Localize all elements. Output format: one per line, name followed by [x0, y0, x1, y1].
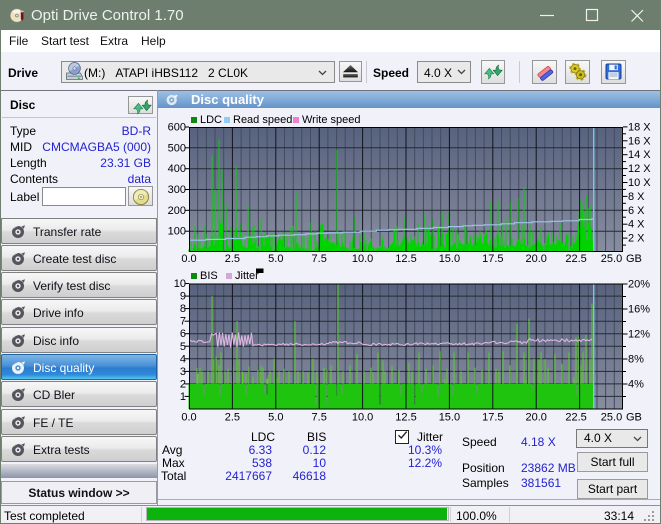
svg-text:5.0: 5.0	[268, 412, 283, 424]
svg-text:20.0: 20.0	[525, 412, 546, 424]
svg-text:9: 9	[180, 291, 186, 303]
svg-text:0.0: 0.0	[181, 253, 196, 265]
svg-text:200: 200	[168, 205, 186, 217]
svg-text:7.5: 7.5	[312, 412, 327, 424]
svg-text:7.5: 7.5	[312, 253, 327, 265]
svg-text:20%: 20%	[628, 279, 650, 291]
svg-text:15.0: 15.0	[439, 253, 460, 265]
svg-text:22.5: 22.5	[565, 253, 586, 265]
svg-text:8: 8	[180, 303, 186, 315]
svg-text:5: 5	[180, 341, 186, 353]
svg-text:10 X: 10 X	[628, 177, 651, 189]
svg-text:10.0: 10.0	[352, 253, 373, 265]
svg-text:10.0: 10.0	[352, 412, 373, 424]
svg-text:Jitter: Jitter	[235, 270, 259, 282]
svg-text:12.5: 12.5	[395, 412, 416, 424]
svg-text:15.0: 15.0	[439, 412, 460, 424]
svg-text:4%: 4%	[628, 379, 644, 391]
svg-text:600: 600	[168, 122, 186, 134]
svg-text:4 X: 4 X	[628, 219, 645, 231]
svg-text:2.5: 2.5	[225, 412, 240, 424]
svg-text:2.5: 2.5	[225, 253, 240, 265]
svg-text:400: 400	[168, 163, 186, 175]
svg-text:25.0: 25.0	[601, 253, 622, 265]
svg-text:16 X: 16 X	[628, 135, 651, 147]
svg-text:10: 10	[174, 278, 186, 290]
svg-text:BIS: BIS	[200, 270, 218, 282]
svg-text:LDC: LDC	[200, 114, 222, 126]
svg-text:20.0: 20.0	[525, 253, 546, 265]
svg-text:5.0: 5.0	[268, 253, 283, 265]
svg-text:100: 100	[168, 226, 186, 238]
svg-text:12.5: 12.5	[395, 253, 416, 265]
svg-text:14 X: 14 X	[628, 149, 651, 161]
svg-text:7: 7	[180, 316, 186, 328]
svg-text:8 X: 8 X	[628, 191, 645, 203]
svg-text:Write speed: Write speed	[302, 114, 361, 126]
svg-text:6 X: 6 X	[628, 205, 645, 217]
svg-text:8%: 8%	[628, 354, 644, 366]
svg-text:2 X: 2 X	[628, 233, 645, 245]
svg-text:17.5: 17.5	[482, 253, 503, 265]
svg-text:12 X: 12 X	[628, 163, 651, 175]
svg-text:17.5: 17.5	[482, 412, 503, 424]
svg-text:22.5: 22.5	[565, 412, 586, 424]
svg-text:0.0: 0.0	[181, 412, 196, 424]
svg-text:18 X: 18 X	[628, 121, 651, 133]
svg-text:6: 6	[180, 328, 186, 340]
svg-text:12%: 12%	[628, 329, 650, 341]
svg-text:Read speed: Read speed	[233, 114, 292, 126]
svg-text:GB: GB	[626, 253, 642, 265]
svg-text:25.0: 25.0	[601, 412, 622, 424]
svg-text:16%: 16%	[628, 304, 650, 316]
svg-text:300: 300	[168, 184, 186, 196]
svg-text:GB: GB	[626, 412, 642, 424]
svg-text:500: 500	[168, 142, 186, 154]
